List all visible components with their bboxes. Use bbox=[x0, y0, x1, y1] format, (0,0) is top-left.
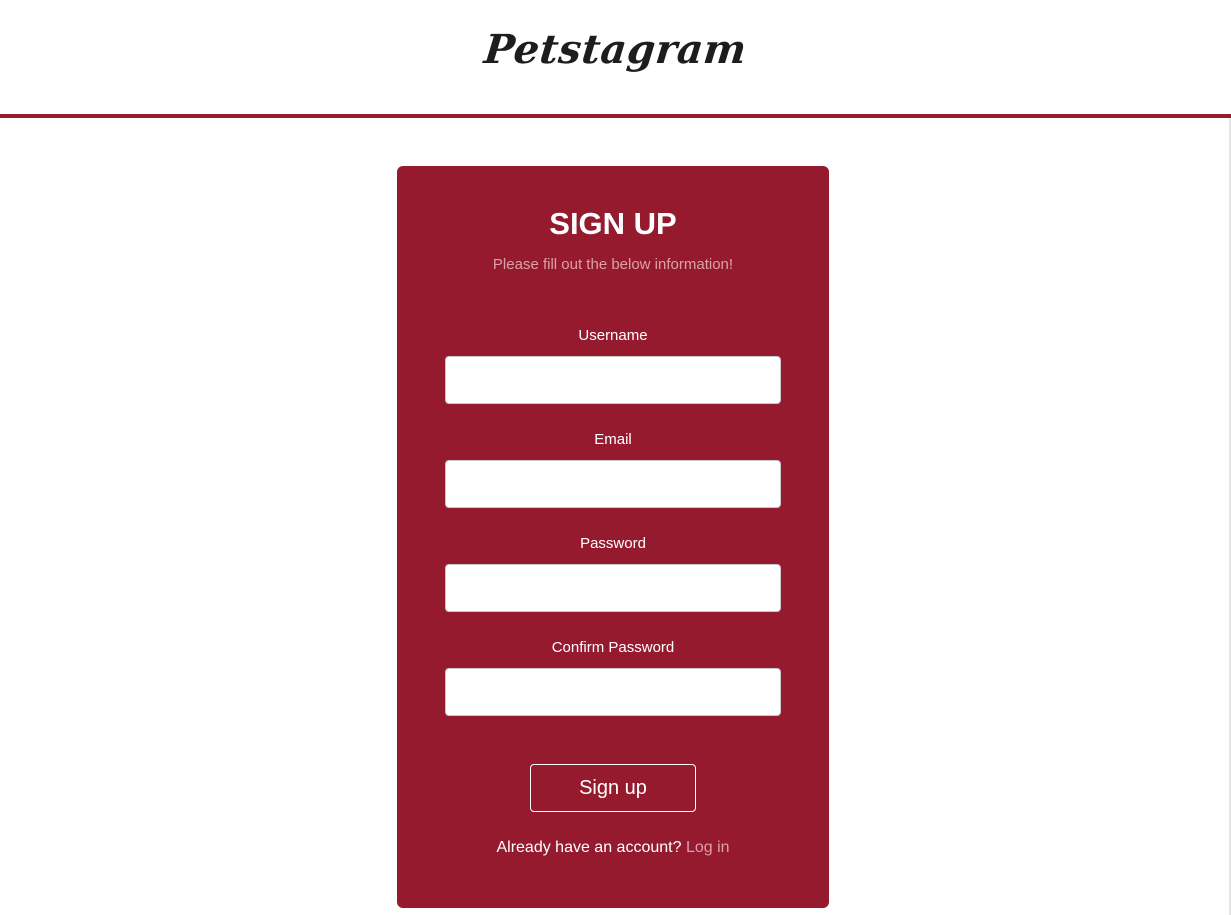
signup-title: SIGN UP bbox=[549, 206, 677, 241]
confirm-password-input[interactable] bbox=[445, 668, 781, 716]
site-logo[interactable]: Petstagram bbox=[0, 26, 1231, 73]
email-input[interactable] bbox=[445, 460, 781, 508]
password-input[interactable] bbox=[445, 564, 781, 612]
login-prompt-text: Already have an account? bbox=[496, 839, 682, 856]
username-input[interactable] bbox=[445, 356, 781, 404]
signup-subtitle: Please fill out the below information! bbox=[492, 256, 734, 273]
login-link[interactable]: Log in bbox=[686, 839, 730, 856]
signup-button[interactable]: Sign up bbox=[530, 764, 696, 812]
username-label: Username bbox=[578, 327, 648, 344]
login-prompt-row: Already have an account? Log in bbox=[397, 839, 829, 857]
email-label: Email bbox=[594, 431, 632, 448]
confirm-password-label: Confirm Password bbox=[551, 639, 675, 656]
password-label: Password bbox=[580, 535, 646, 552]
site-header: Petstagram bbox=[0, 0, 1231, 118]
